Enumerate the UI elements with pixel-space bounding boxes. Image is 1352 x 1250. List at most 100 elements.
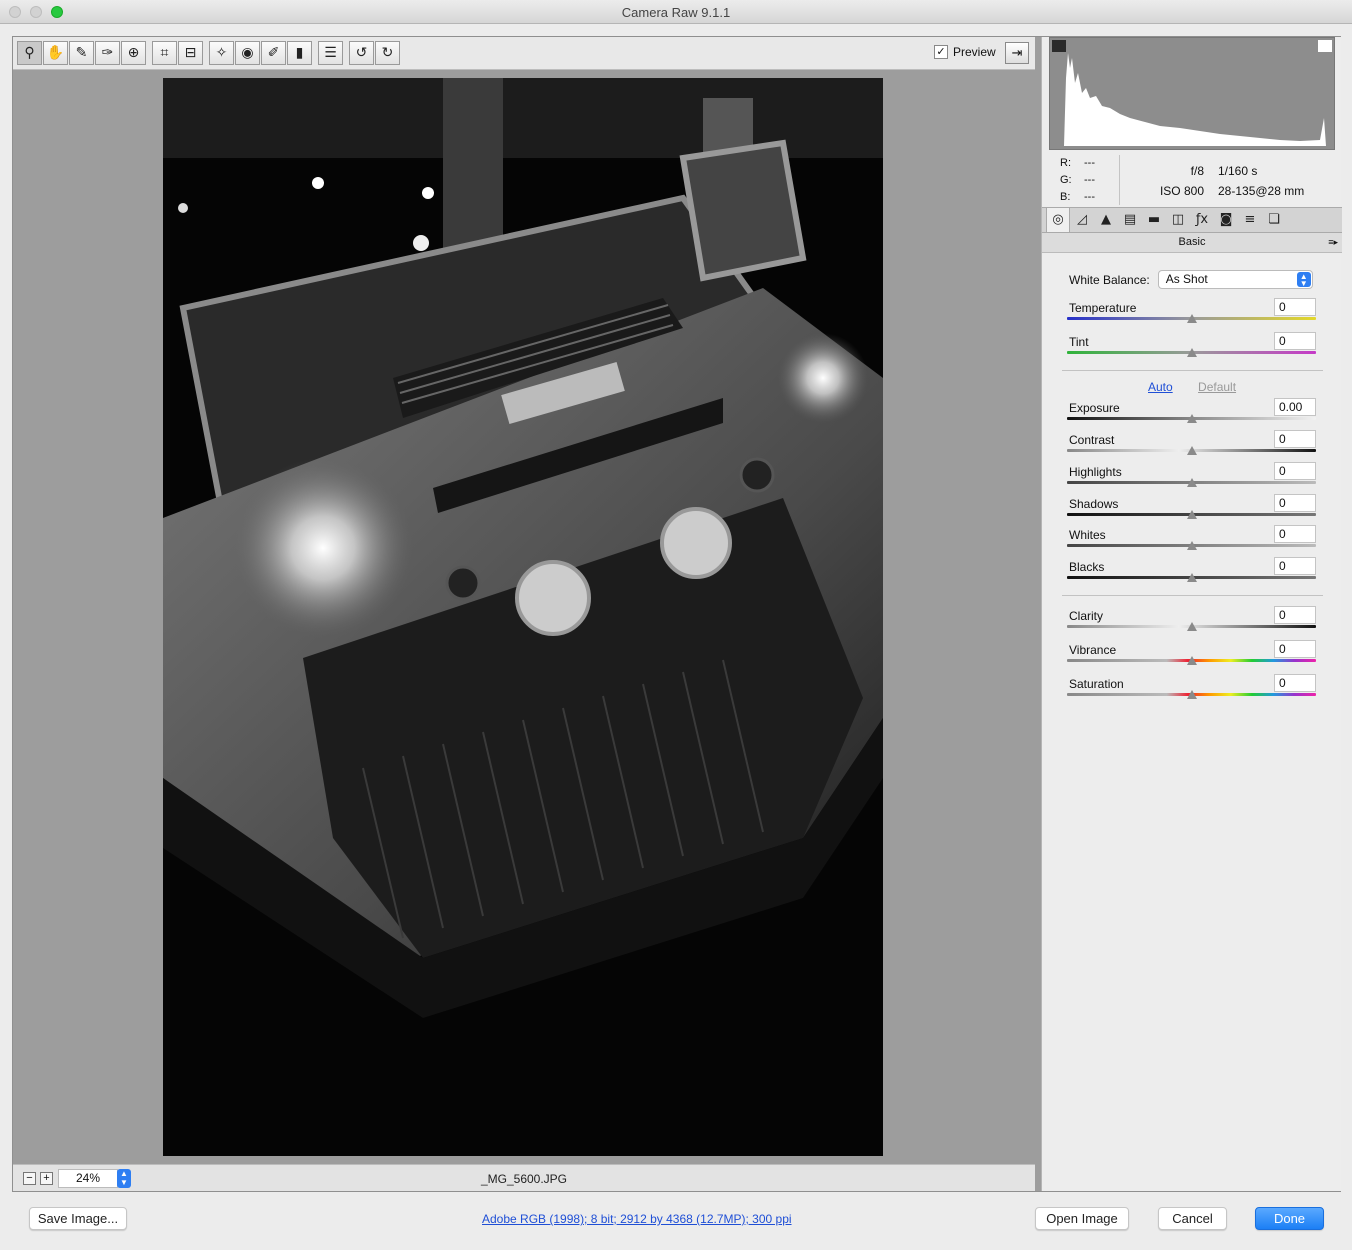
slider-value-field[interactable]: 0 (1274, 674, 1316, 692)
slider-thumb[interactable] (1186, 446, 1197, 455)
tool-bar: ⚲ ✋ ✎ ✑ ⊕ ⌗ ⊟ ✧ ◉ ✐ ▮ ☰ ↺ ↻ ✓ Preview ⇥ (13, 37, 1035, 70)
shutter-speed: 1/160 s (1218, 164, 1258, 178)
car-photo-image (163, 78, 883, 1156)
slider-thumb[interactable] (1186, 348, 1197, 357)
split-toning-tab-icon[interactable]: ▬ (1142, 208, 1166, 232)
divider (1062, 595, 1323, 596)
detail-tab-icon[interactable]: ▲ (1094, 208, 1118, 232)
histogram (1049, 37, 1335, 150)
slider-thumb[interactable] (1186, 690, 1197, 699)
slider-value-field[interactable]: 0 (1274, 606, 1316, 624)
preview-label: Preview (953, 45, 996, 59)
slider-vibrance: Vibrance 0 (1067, 640, 1318, 673)
slider-value-field[interactable]: 0 (1274, 640, 1316, 658)
photo-preview[interactable] (163, 78, 883, 1156)
tool-group: ⚲ ✋ ✎ ✑ ⊕ ⌗ ⊟ ✧ ◉ ✐ ▮ ☰ ↺ ↻ (17, 41, 401, 65)
slider-value-field[interactable]: 0 (1274, 494, 1316, 512)
slider-whites: Whites 0 (1067, 525, 1318, 558)
slider-thumb[interactable] (1186, 478, 1197, 487)
slider-thumb[interactable] (1186, 414, 1197, 423)
slider-value-field[interactable]: 0 (1274, 332, 1316, 350)
window-title: Camera Raw 9.1.1 (621, 5, 731, 20)
slider-thumb[interactable] (1186, 656, 1197, 665)
file-name: _MG_5600.JPG (480, 1172, 568, 1186)
slider-value-field[interactable]: 0 (1274, 557, 1316, 575)
b-value: --- (1084, 191, 1095, 203)
graduated-filter-tool-icon: ▮ (295, 45, 304, 61)
snapshots-tab-icon[interactable]: ❏ (1262, 208, 1286, 232)
divider (1062, 370, 1323, 371)
slider-value-field[interactable]: 0 (1274, 430, 1316, 448)
presets-tab-icon[interactable]: ≡ (1238, 208, 1262, 232)
lens-corrections-tab-icon[interactable]: ◫ (1166, 208, 1190, 232)
r-label: R: (1060, 157, 1071, 169)
hand-tool-icon: ✋ (46, 45, 65, 61)
cancel-button[interactable]: Cancel (1158, 1207, 1227, 1230)
slider-value-field[interactable]: 0 (1274, 462, 1316, 480)
slider-thumb[interactable] (1186, 510, 1197, 519)
slider-value-field[interactable]: 0.00 (1274, 398, 1316, 416)
slider-label: Exposure (1069, 401, 1120, 415)
panel-menu-icon[interactable]: ≡▸ (1328, 233, 1338, 252)
targeted-adjustment-tool[interactable]: ⊕ (121, 41, 146, 65)
rotate-right-tool[interactable]: ↻ (375, 41, 400, 65)
preview-checkbox[interactable]: ✓ (934, 45, 948, 59)
slider-label: Vibrance (1069, 643, 1117, 657)
red-eye-tool-icon: ◉ (241, 45, 254, 61)
effects-tab-icon[interactable]: ƒx (1190, 208, 1214, 232)
slider-label: Whites (1069, 528, 1106, 542)
status-bar: − + 24% ▲ ▼ _MG_5600.JPG (13, 1164, 1035, 1191)
auto-link[interactable]: Auto (1148, 380, 1173, 394)
preview-toggle[interactable]: ✓ Preview (934, 45, 996, 59)
preferences-tool[interactable]: ☰ (318, 41, 343, 65)
full-screen-button[interactable]: ⇥ (1005, 42, 1029, 64)
workflow-options-link[interactable]: Adobe RGB (1998); 8 bit; 2912 by 4368 (1… (482, 1212, 792, 1226)
rotate-left-tool[interactable]: ↺ (349, 41, 374, 65)
preferences-tool-icon: ☰ (324, 45, 337, 61)
panel-header: Basic ≡▸ (1042, 233, 1342, 253)
aperture: f/8 (1190, 164, 1204, 178)
image-canvas[interactable] (13, 70, 1035, 1164)
slider-thumb[interactable] (1186, 314, 1197, 323)
hsl-tab-icon[interactable]: ▤ (1118, 208, 1142, 232)
white-balance-tool[interactable]: ✎ (69, 41, 94, 65)
red-eye-tool[interactable]: ◉ (235, 41, 260, 65)
g-value: --- (1084, 174, 1095, 186)
straighten-tool[interactable]: ⊟ (178, 41, 203, 65)
slider-tint: Tint 0 (1067, 332, 1318, 365)
slider-thumb[interactable] (1186, 541, 1197, 550)
color-sampler-tool[interactable]: ✑ (95, 41, 120, 65)
shadow-clipping-warning-icon[interactable] (1052, 40, 1066, 52)
spot-removal-tool[interactable]: ✧ (209, 41, 234, 65)
white-balance-label: White Balance: (1069, 272, 1150, 287)
slider-exposure: Exposure 0.00 (1067, 398, 1318, 431)
slider-label: Clarity (1069, 609, 1104, 623)
basic-tab-icon[interactable]: ◎ (1046, 208, 1070, 232)
slider-thumb[interactable] (1186, 573, 1197, 582)
slider-saturation: Saturation 0 (1067, 674, 1318, 707)
slider-value-field[interactable]: 0 (1274, 525, 1316, 543)
slider-value-field[interactable]: 0 (1274, 298, 1316, 316)
slider-label: Temperature (1069, 301, 1137, 315)
graduated-filter-tool[interactable]: ▮ (287, 41, 312, 65)
white-balance-tool-icon: ✎ (75, 45, 88, 61)
done-button[interactable]: Done (1255, 1207, 1324, 1230)
slider-thumb[interactable] (1186, 622, 1197, 631)
default-link[interactable]: Default (1198, 380, 1236, 394)
zoom-tool[interactable]: ⚲ (17, 41, 42, 65)
slider-highlights: Highlights 0 (1067, 462, 1318, 495)
highlight-clipping-warning-icon[interactable] (1318, 40, 1332, 52)
open-image-button[interactable]: Open Image (1035, 1207, 1129, 1230)
tone-curve-tab-icon[interactable]: ◿ (1070, 208, 1094, 232)
straighten-tool-icon: ⊟ (184, 45, 197, 61)
camera-calibration-tab-icon[interactable]: ◙ (1214, 208, 1238, 232)
crop-tool[interactable]: ⌗ (152, 41, 177, 65)
lens: 28-135@28 mm (1218, 184, 1305, 198)
white-balance-select[interactable]: As Shot ▲ ▼ (1157, 270, 1313, 289)
adjustment-brush-tool[interactable]: ✐ (261, 41, 286, 65)
save-image-button[interactable]: Save Image... (29, 1207, 127, 1230)
slider-temperature: Temperature 0 (1067, 298, 1318, 331)
auto-default-links: Auto Default (1148, 380, 1236, 394)
chevron-updown-icon: ▲ ▼ (1296, 272, 1311, 288)
hand-tool[interactable]: ✋ (43, 41, 68, 65)
